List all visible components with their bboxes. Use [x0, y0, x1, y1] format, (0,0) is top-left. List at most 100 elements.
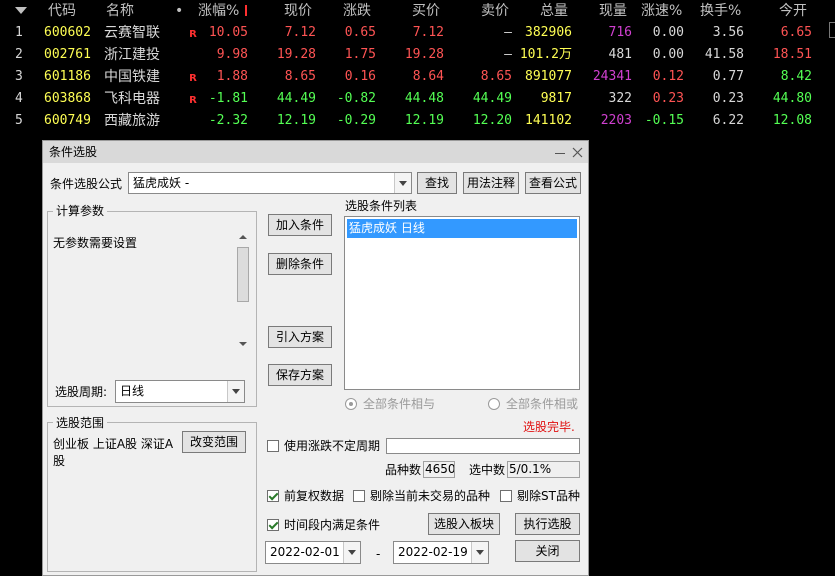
cell-turnover: 0.77: [712, 69, 744, 84]
chevron-down-icon[interactable]: [394, 173, 411, 193]
close-button[interactable]: 关闭: [515, 540, 580, 562]
formula-select[interactable]: 猛虎成妖 -: [128, 172, 412, 194]
margin-tag-badge: R: [189, 29, 197, 40]
header-ask[interactable]: 卖价: [481, 0, 509, 22]
cell-volume: 101.2万: [519, 47, 572, 62]
header-dot: •: [175, 3, 184, 19]
use-period-checkbox[interactable]: [267, 440, 279, 452]
minimize-icon[interactable]: [551, 141, 569, 163]
close-icon[interactable]: [569, 141, 587, 163]
cell-code: 600602: [44, 25, 91, 40]
cell-open: 44.80: [772, 91, 812, 106]
chevron-down-icon[interactable]: [343, 542, 360, 563]
condition-stock-picker-dialog: 条件选股 条件选股公式 猛虎成妖 - 查找 用法注释 查看公式 计算参数 无参数…: [42, 140, 589, 576]
row-index: 1: [15, 25, 23, 40]
time-range-checkbox[interactable]: [267, 519, 279, 531]
period-value: 日线: [120, 384, 145, 398]
view-formula-button[interactable]: 查看公式: [525, 172, 581, 194]
header-bid[interactable]: 买价: [412, 0, 440, 22]
scroll-down-icon[interactable]: [239, 342, 247, 346]
cell-price: 12.19: [276, 113, 316, 128]
scroll-thumb[interactable]: [237, 247, 249, 302]
header-change-pct[interactable]: 涨幅%: [198, 0, 239, 22]
adjusted-data-label: 前复权数据: [284, 489, 345, 503]
use-period-label: 使用涨跌不定周期: [284, 439, 381, 453]
change-scope-button[interactable]: 改变范围: [182, 431, 246, 453]
cell-open: 8.42: [780, 69, 812, 84]
header-code[interactable]: 代码: [48, 0, 76, 22]
start-date-picker[interactable]: 2022-02-01: [265, 541, 361, 564]
scroll-up-icon[interactable]: [239, 235, 247, 239]
cell-open: 18.51: [772, 47, 812, 62]
condition-list-label: 选股条件列表: [345, 199, 418, 213]
end-date-picker[interactable]: 2022-02-19: [393, 541, 489, 564]
import-plan-button[interactable]: 引入方案: [268, 326, 332, 348]
cell-code: 002761: [44, 47, 91, 62]
radio-all-or-label: 全部条件相或: [506, 397, 579, 411]
exclude-st-label: 剔除ST品种: [517, 489, 580, 503]
cell-change: -0.29: [336, 113, 376, 128]
usage-notes-button[interactable]: 用法注释: [463, 172, 519, 194]
cell-volume: 141102: [525, 113, 572, 128]
header-price[interactable]: 现价: [284, 0, 312, 22]
dialog-titlebar[interactable]: 条件选股: [43, 141, 588, 163]
cell-name: 中国铁建: [104, 69, 160, 85]
find-button[interactable]: 查找: [417, 172, 457, 194]
selected-label: 选中数: [469, 463, 506, 477]
cell-price: 19.28: [276, 47, 316, 62]
exclude-untraded-checkbox[interactable]: [353, 490, 365, 502]
radio-all-or[interactable]: [488, 398, 500, 410]
delete-condition-button[interactable]: 删除条件: [268, 253, 332, 275]
cell-last-vol: 24341: [592, 69, 632, 84]
exclude-st-checkbox[interactable]: [500, 490, 512, 502]
add-to-block-button[interactable]: 选股入板块: [428, 513, 500, 535]
row-index: 2: [15, 47, 23, 62]
cell-code: 603868: [44, 91, 91, 106]
adjusted-data-checkbox[interactable]: [267, 490, 279, 502]
header-speed[interactable]: 涨速%: [641, 0, 682, 22]
cell-ask: –: [504, 25, 512, 40]
params-scrollbar[interactable]: [236, 231, 250, 349]
selected-field: 5/0.1%: [507, 461, 580, 478]
header-turnover[interactable]: 换手%: [700, 0, 741, 22]
cell-change: -0.82: [336, 91, 376, 106]
save-plan-button[interactable]: 保存方案: [268, 364, 332, 386]
row-index: 3: [15, 69, 23, 84]
period-select[interactable]: 日线: [115, 380, 245, 403]
sort-menu-icon[interactable]: [15, 7, 27, 14]
params-group-title: 计算参数: [53, 204, 108, 218]
condition-list-item[interactable]: 猛虎成妖 日线: [347, 219, 577, 238]
cell-change-pct: 1.88: [216, 69, 248, 84]
condition-list[interactable]: 猛虎成妖 日线: [344, 216, 580, 390]
cell-change-pct: 9.98: [216, 47, 248, 62]
cell-volume: 9817: [540, 91, 572, 106]
header-open[interactable]: 今开: [779, 0, 807, 22]
margin-tag-badge: R: [189, 73, 197, 84]
period-input[interactable]: [386, 438, 580, 454]
cell-name: 西藏旅游: [104, 113, 160, 129]
chevron-down-icon[interactable]: [227, 381, 244, 402]
header-last-vol[interactable]: 现量: [599, 0, 627, 22]
period-label: 选股周期:: [55, 385, 108, 399]
header-change[interactable]: 涨跌: [343, 0, 371, 22]
cell-price: 7.12: [284, 25, 316, 40]
execute-button[interactable]: 执行选股: [515, 513, 580, 535]
chevron-down-icon[interactable]: [471, 542, 488, 563]
end-date-value: 2022-02-19: [398, 545, 468, 559]
header-volume[interactable]: 总量: [540, 0, 568, 22]
cell-ask: 44.49: [472, 91, 512, 106]
cell-ask: –: [504, 47, 512, 62]
scroll-stub: [829, 22, 835, 38]
radio-all-and[interactable]: [345, 398, 357, 410]
cell-turnover: 0.23: [712, 91, 744, 106]
cell-change-pct: 10.05: [208, 25, 248, 40]
header-name[interactable]: 名称: [106, 0, 134, 22]
add-condition-button[interactable]: 加入条件: [268, 214, 332, 236]
formula-value: 猛虎成妖 -: [133, 176, 190, 190]
cell-bid: 12.19: [404, 113, 444, 128]
cell-bid: 44.48: [404, 91, 444, 106]
cell-volume: 891077: [525, 69, 572, 84]
cell-price: 8.65: [284, 69, 316, 84]
cell-bid: 8.64: [412, 69, 444, 84]
cell-name: 浙江建投: [104, 47, 160, 63]
